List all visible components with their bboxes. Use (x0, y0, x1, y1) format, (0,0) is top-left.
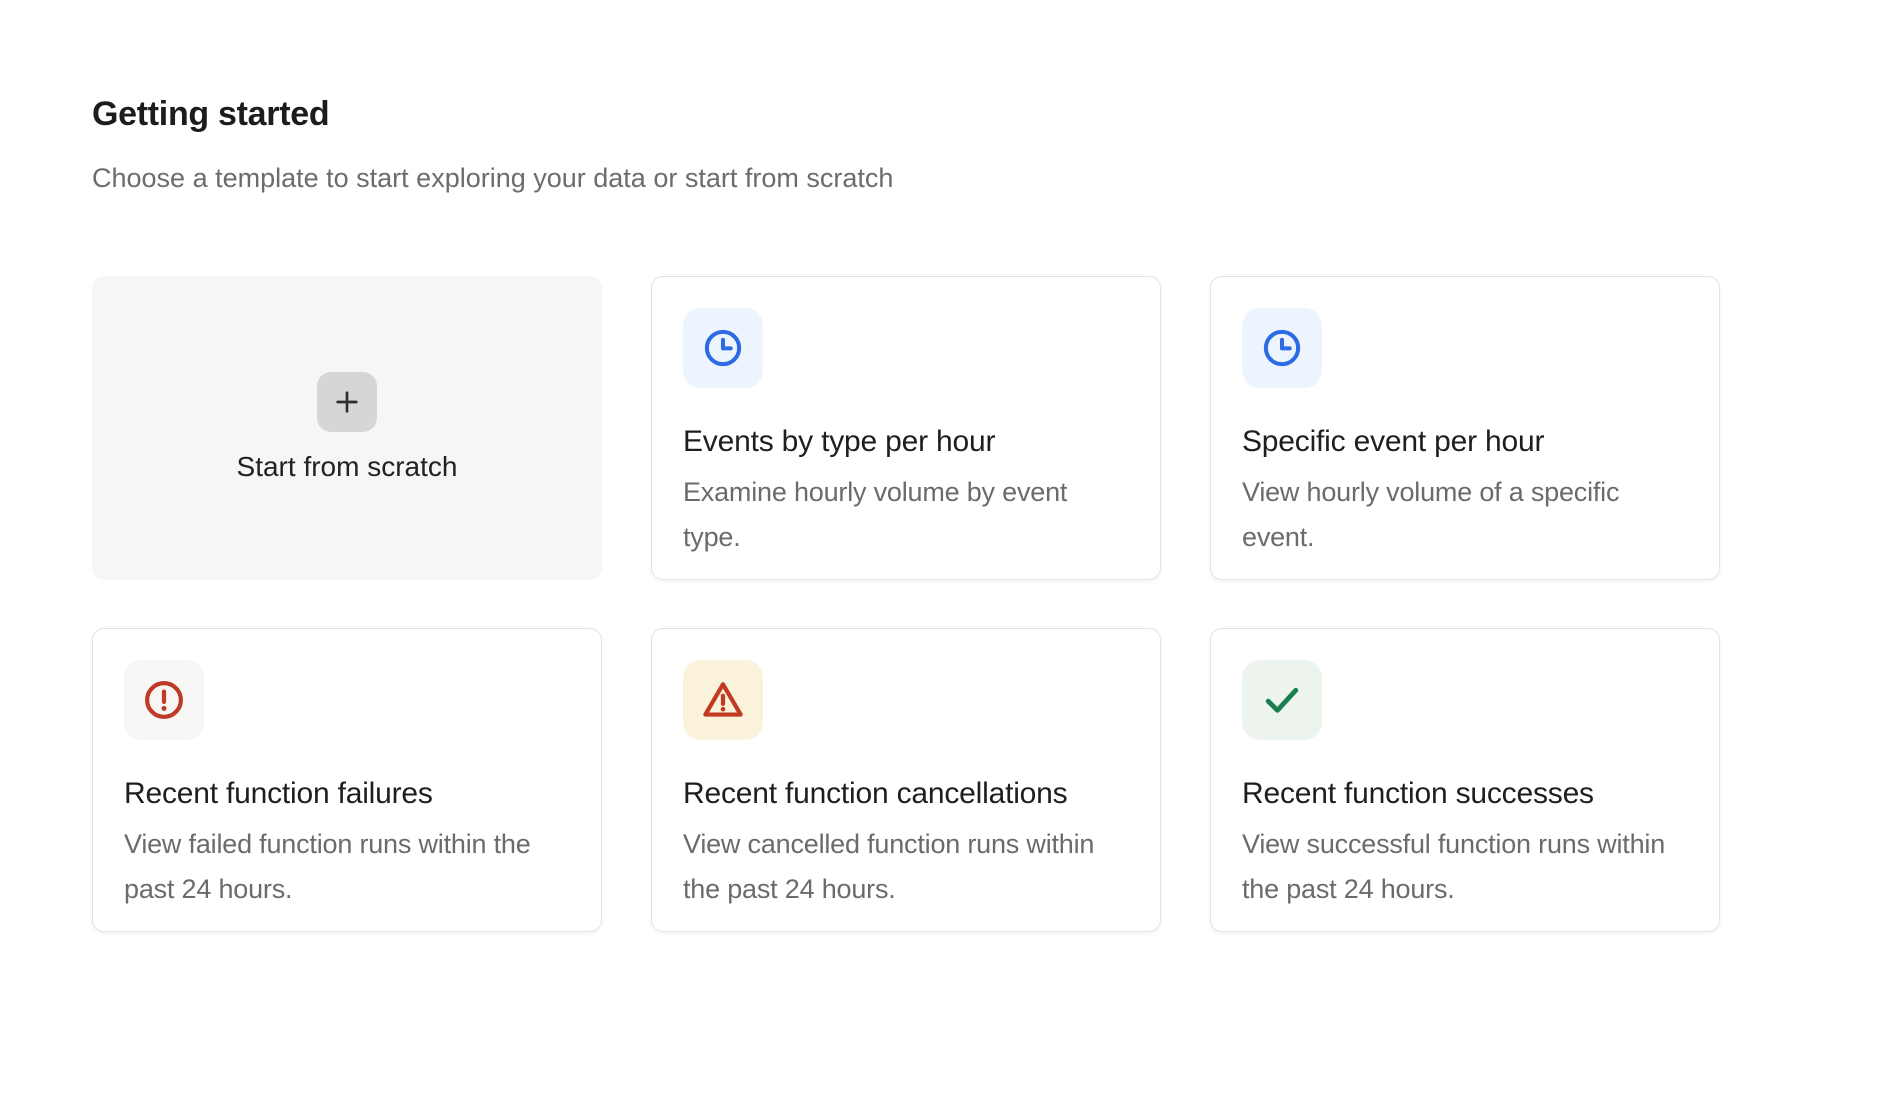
plus-icon (317, 372, 377, 432)
clock-icon (1260, 326, 1304, 370)
template-card-title: Recent function successes (1242, 774, 1691, 814)
getting-started-page: Getting started Choose a template to sta… (0, 0, 1886, 932)
template-card-description: View successful function runs within the… (1242, 822, 1691, 912)
template-card-title: Recent function failures (124, 774, 573, 814)
page-subtitle: Choose a template to start exploring you… (92, 160, 1886, 196)
template-card[interactable]: Recent function successes View successfu… (1210, 628, 1720, 932)
template-card-title: Events by type per hour (683, 422, 1132, 462)
start-from-scratch-card[interactable]: Start from scratch (92, 276, 602, 580)
start-from-scratch-label: Start from scratch (237, 450, 458, 484)
template-card[interactable]: Recent function failures View failed fun… (92, 628, 602, 932)
template-card-title: Recent function cancellations (683, 774, 1132, 814)
alert-circle-icon (141, 677, 187, 723)
template-card-description: View hourly volume of a specific event. (1242, 470, 1691, 560)
template-card-description: Examine hourly volume by event type. (683, 470, 1132, 560)
template-card-description: View failed function runs within the pas… (124, 822, 573, 912)
alert-triangle-icon (700, 677, 746, 723)
template-card-title: Specific event per hour (1242, 422, 1691, 462)
template-grid: Start from scratch Events by type (92, 276, 1720, 932)
clock-icon (701, 326, 745, 370)
template-card-description: View cancelled function runs within the … (683, 822, 1132, 912)
template-card[interactable]: Recent function cancellations View cance… (651, 628, 1161, 932)
check-icon (1259, 677, 1305, 723)
template-card[interactable]: Events by type per hour Examine hourly v… (651, 276, 1161, 580)
page-title: Getting started (92, 92, 1886, 136)
template-card[interactable]: Specific event per hour View hourly volu… (1210, 276, 1720, 580)
